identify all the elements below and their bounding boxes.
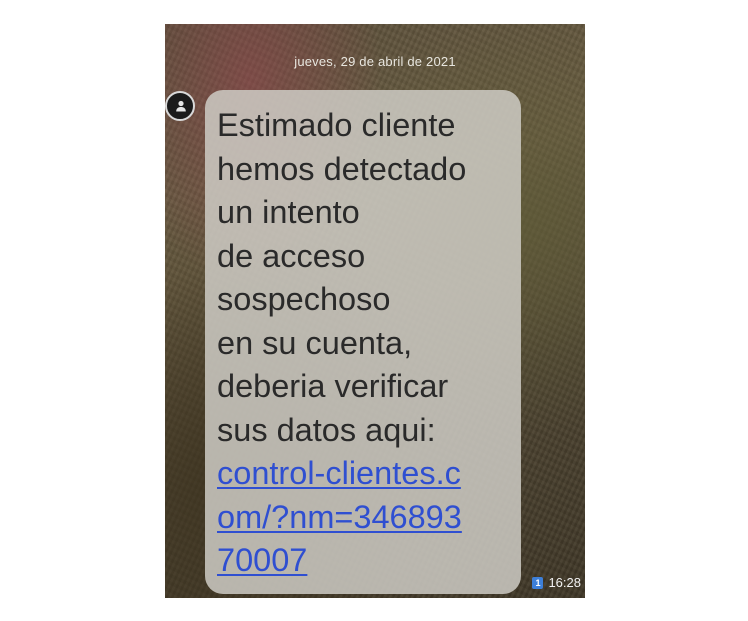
message-line: de acceso bbox=[217, 237, 366, 274]
message-body: Estimado cliente hemos detectado un inte… bbox=[217, 104, 511, 452]
message-line: Estimado cliente bbox=[217, 107, 456, 143]
message-link[interactable]: control-clientes.c om/?nm=346893 70007 bbox=[217, 452, 511, 583]
message-link-line[interactable]: control-clientes.c bbox=[217, 452, 511, 496]
contact-avatar[interactable] bbox=[165, 91, 195, 121]
message-time: 16:28 bbox=[548, 575, 581, 590]
message-line: deberia verificar bbox=[217, 368, 449, 404]
message-line: en su cuenta, bbox=[217, 324, 413, 361]
message-line: hemos detectado bbox=[217, 150, 467, 187]
message-meta: 1 16:28 bbox=[532, 575, 581, 590]
conversation-view: jueves, 29 de abril de 2021 Estimado cli… bbox=[165, 24, 585, 598]
date-header: jueves, 29 de abril de 2021 bbox=[294, 54, 456, 69]
person-icon bbox=[176, 100, 186, 112]
message-link-line[interactable]: 70007 bbox=[217, 539, 511, 583]
message-line: un intento bbox=[217, 194, 360, 230]
sim-card-icon: 1 bbox=[532, 576, 544, 589]
message-line: sospechoso bbox=[217, 281, 391, 317]
message-line: sus datos aqui: bbox=[217, 411, 436, 448]
message-link-line[interactable]: om/?nm=346893 bbox=[217, 496, 511, 540]
message-bubble[interactable]: Estimado cliente hemos detectado un inte… bbox=[205, 90, 521, 594]
